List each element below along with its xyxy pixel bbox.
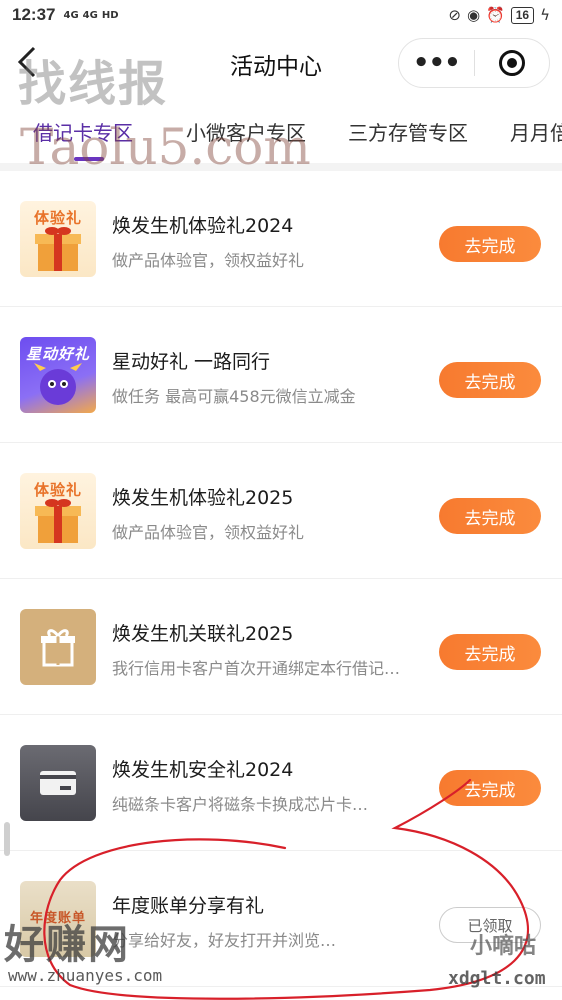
more-button[interactable]: •••	[399, 48, 474, 78]
tab-debit-card[interactable]: 借记卡专区	[33, 117, 133, 146]
network-label-2: 4G	[82, 9, 98, 21]
page-title: 活动中心	[230, 54, 322, 80]
network-label-1: 4G	[63, 9, 79, 21]
item-description: 分享给好友，好友打开并浏览…	[112, 931, 337, 950]
mascot-icon	[34, 363, 82, 405]
tab-third-party-custody[interactable]: 三方存管专区	[348, 117, 468, 146]
complete-button[interactable]: 去完成	[439, 634, 541, 670]
tab-bar: 借记卡专区 小微客户专区 三方存管专区 月月倍	[0, 105, 562, 163]
list-item[interactable]: 焕发生机安全礼2024 纯磁条卡客户将磁条卡换成芯片卡… 去完成	[0, 715, 562, 851]
item-title: 焕发生机体验礼2024	[112, 215, 294, 237]
alarm-icon: ⏰	[486, 5, 505, 24]
gift-icon	[41, 629, 75, 667]
list-item[interactable]: 星动好礼 星动好礼 一路同行 做任务 最高可赢458元微信立减金 去完成	[0, 307, 562, 443]
tab-small-business[interactable]: 小微客户专区	[186, 117, 306, 146]
thumb-label: 年度账单	[29, 911, 86, 926]
list-item[interactable]: 焕发生机关联礼2025 我行信用卡客户首次开通绑定本行借记卡… 去完成	[0, 579, 562, 715]
item-description: 做产品体验官，领权益好礼	[112, 523, 305, 542]
activity-list: 体验礼 焕发生机体验礼2024 做产品体验官，领权益好礼 去完成 星动好礼 星动…	[0, 171, 562, 987]
status-icons: ⊘ ◉ ⏰ 16 ϟ	[448, 5, 550, 24]
complete-button[interactable]: 去完成	[439, 362, 541, 398]
claimed-button[interactable]: 已领取	[439, 907, 541, 943]
chevron-left-icon	[17, 46, 36, 78]
vibrate-icon: ⊘	[448, 5, 461, 24]
hd-label: HD	[101, 9, 119, 21]
list-item[interactable]: 体验礼 焕发生机体验礼2024 做产品体验官，领权益好礼 去完成	[0, 171, 562, 307]
target-close-icon	[498, 50, 525, 76]
lock-rotation-icon: ◉	[466, 5, 481, 24]
gift-box-thumbnail: 体验礼	[20, 473, 96, 549]
card-icon	[40, 771, 76, 795]
network-indicator: 4G 4G HD	[63, 10, 118, 21]
item-description: 我行信用卡客户首次开通绑定本行借记卡…	[112, 659, 402, 678]
complete-button[interactable]: 去完成	[439, 226, 541, 262]
mini-program-capsule: •••	[398, 38, 550, 88]
back-button[interactable]	[16, 44, 52, 84]
gift-box-icon	[35, 227, 81, 271]
tabs-divider	[0, 163, 562, 171]
list-item[interactable]: 年度账单 年度账单分享有礼 分享给好友，好友打开并浏览… 已领取	[0, 851, 562, 987]
item-description: 做任务 最高可赢458元微信立减金	[112, 387, 356, 406]
list-item[interactable]: 体验礼 焕发生机体验礼2025 做产品体验官，领权益好礼 去完成	[0, 443, 562, 579]
scrollbar-thumb[interactable]	[4, 822, 10, 856]
item-title: 年度账单分享有礼	[112, 895, 265, 917]
annual-bill-thumbnail: 年度账单	[20, 881, 96, 957]
gift-box-icon	[35, 499, 81, 543]
status-time: 12:37	[12, 5, 56, 24]
complete-button[interactable]: 去完成	[439, 498, 541, 534]
item-title: 焕发生机关联礼2025	[112, 623, 294, 645]
item-title: 星动好礼 一路同行	[112, 351, 271, 373]
gift-thumbnail	[20, 609, 96, 685]
item-title: 焕发生机安全礼2024	[112, 759, 294, 781]
item-description: 纯磁条卡客户将磁条卡换成芯片卡…	[112, 795, 369, 814]
charging-icon: ϟ	[540, 5, 550, 24]
battery-indicator: 16	[510, 6, 535, 24]
star-mascot-thumbnail: 星动好礼	[20, 337, 96, 413]
nav-bar: 活动中心 •••	[0, 30, 562, 96]
item-description: 做产品体验官，领权益好礼	[112, 251, 305, 270]
gift-box-thumbnail: 体验礼	[20, 201, 96, 277]
complete-button[interactable]: 去完成	[439, 770, 541, 806]
item-title: 焕发生机体验礼2025	[112, 487, 294, 509]
close-button[interactable]	[475, 50, 550, 76]
status-bar: 12:37 4G 4G HD ⊘ ◉ ⏰ 16 ϟ	[0, 0, 562, 30]
card-thumbnail	[20, 745, 96, 821]
more-icon: •••	[412, 48, 461, 78]
tab-monthly[interactable]: 月月倍	[510, 117, 562, 146]
active-tab-indicator	[74, 157, 104, 161]
